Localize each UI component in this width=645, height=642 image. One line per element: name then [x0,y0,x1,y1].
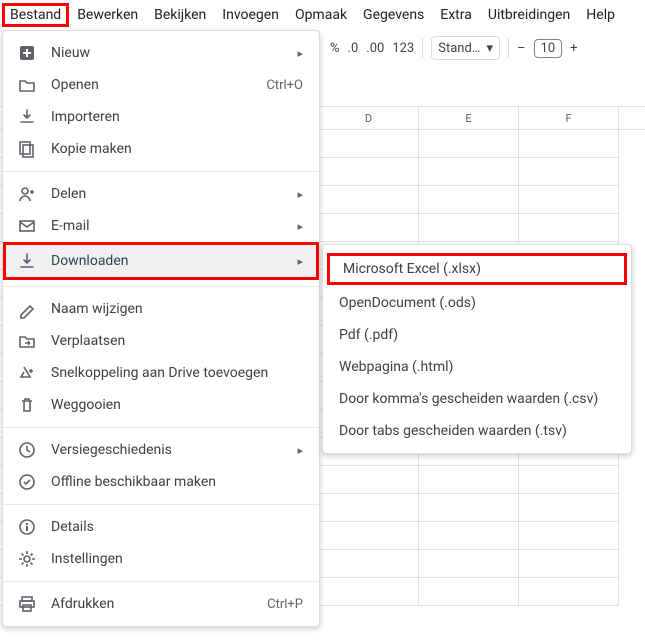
pencil-icon [17,299,37,319]
import-icon [17,107,37,127]
submenu-item[interactable]: Door komma's gescheiden waarden (.csv) [323,383,631,415]
menu-divider [3,581,319,582]
menu-divider [3,286,319,287]
increase-decimals-button[interactable]: .00 [366,41,384,56]
menu-bewerken[interactable]: Bewerken [69,3,146,27]
menu-extra[interactable]: Extra [432,3,480,27]
menu-item-label: Details [51,519,303,535]
offline-icon [17,472,37,492]
menu-divider [3,427,319,428]
menu-item-label: Kopie maken [51,141,303,157]
folder-move-icon [17,331,37,351]
menu-invoegen[interactable]: Invoegen [214,3,287,27]
menu-item-label: Versiegeschiedenis [51,442,283,458]
column-header[interactable]: D [319,107,419,129]
plus-box-icon [17,43,37,63]
submenu-item[interactable]: Microsoft Excel (.xlsx) [327,253,627,285]
menu-help[interactable]: Help [578,3,623,27]
download-icon [17,251,37,271]
font-size-increase-button[interactable]: + [570,41,577,56]
menu-item-e-mail[interactable]: E-mail ▸ [3,210,319,242]
menu-item-downloaden[interactable]: Downloaden ▸ [3,242,319,280]
chevron-down-icon: ▾ [486,41,493,56]
menu-divider [3,504,319,505]
menu-item-naam-wijzigen[interactable]: Naam wijzigen [3,293,319,325]
menu-uitbreidingen[interactable]: Uitbreidingen [480,3,578,27]
font-selector[interactable]: Stand… ▾ [431,36,500,60]
menu-item-shortcut: Ctrl+O [266,78,303,93]
submenu-arrow-icon: ▸ [297,444,303,457]
menu-bekijken[interactable]: Bekijken [146,3,214,27]
menu-item-snelkoppeling-aan-drive-toevoegen[interactable]: Snelkoppeling aan Drive toevoegen [3,357,319,389]
menu-item-label: Delen [51,186,283,202]
format-percent-button[interactable]: % [330,41,340,56]
column-header[interactable]: E [419,107,519,129]
menu-item-kopie-maken[interactable]: Kopie maken [3,133,319,165]
number-format-button[interactable]: 123 [392,41,414,56]
print-icon [17,594,37,614]
menu-item-label: Weggooien [51,397,303,413]
download-submenu: Microsoft Excel (.xlsx)OpenDocument (.od… [322,244,632,454]
submenu-arrow-icon: ▸ [297,255,303,268]
menu-item-instellingen[interactable]: Instellingen [3,543,319,575]
font-selector-label: Stand… [438,41,480,56]
menu-item-offline-beschikbaar-maken[interactable]: Offline beschikbaar maken [3,466,319,498]
menu-item-label: Openen [51,77,252,93]
menu-item-versiegeschiedenis[interactable]: Versiegeschiedenis ▸ [3,434,319,466]
submenu-arrow-icon: ▸ [297,47,303,60]
menubar: Bestand Bewerken Bekijken Invoegen Opmaa… [0,0,645,30]
menu-item-label: Nieuw [51,45,283,61]
menu-divider [3,171,319,172]
copy-icon [17,139,37,159]
toolbar-separator [508,38,509,58]
menu-item-shortcut: Ctrl+P [267,597,303,612]
menu-item-details[interactable]: Details [3,511,319,543]
column-header[interactable]: F [519,107,619,129]
gear-icon [17,549,37,569]
menu-bestand[interactable]: Bestand [2,3,69,27]
font-size-input[interactable]: 10 [534,39,563,58]
history-icon [17,440,37,460]
menu-item-verplaatsen[interactable]: Verplaatsen [3,325,319,357]
menu-item-label: Naam wijzigen [51,301,303,317]
menu-item-label: Snelkoppeling aan Drive toevoegen [51,365,303,381]
menu-item-nieuw[interactable]: Nieuw ▸ [3,37,319,69]
submenu-arrow-icon: ▸ [297,188,303,201]
drive-add-icon [17,363,37,383]
file-menu: Nieuw ▸ Openen Ctrl+O Importeren Kopie maken D… [2,30,320,627]
menu-item-label: Verplaatsen [51,333,303,349]
menu-gegevens[interactable]: Gegevens [355,3,432,27]
trash-icon [17,395,37,415]
toolbar-separator [422,38,423,58]
menu-item-delen[interactable]: Delen ▸ [3,178,319,210]
menu-opmaak[interactable]: Opmaak [287,3,355,27]
folder-open-icon [17,75,37,95]
menu-item-label: Instellingen [51,551,303,567]
menu-item-weggooien[interactable]: Weggooien [3,389,319,421]
menu-item-importeren[interactable]: Importeren [3,101,319,133]
submenu-item[interactable]: Pdf (.pdf) [323,319,631,351]
menu-item-openen[interactable]: Openen Ctrl+O [3,69,319,101]
submenu-arrow-icon: ▸ [297,220,303,233]
person-plus-icon [17,184,37,204]
submenu-item[interactable]: OpenDocument (.ods) [323,287,631,319]
submenu-item[interactable]: Door tabs gescheiden waarden (.tsv) [323,415,631,447]
menu-item-afdrukken[interactable]: Afdrukken Ctrl+P [3,588,319,620]
menu-item-label: Offline beschikbaar maken [51,474,303,490]
info-icon [17,517,37,537]
menu-item-label: E-mail [51,218,283,234]
decrease-decimals-button[interactable]: .0 [348,41,359,56]
menu-item-label: Afdrukken [51,596,253,612]
submenu-item[interactable]: Webpagina (.html) [323,351,631,383]
menu-item-label: Importeren [51,109,303,125]
mail-icon [17,216,37,236]
menu-item-label: Downloaden [51,253,283,269]
font-size-decrease-button[interactable]: – [517,41,526,56]
